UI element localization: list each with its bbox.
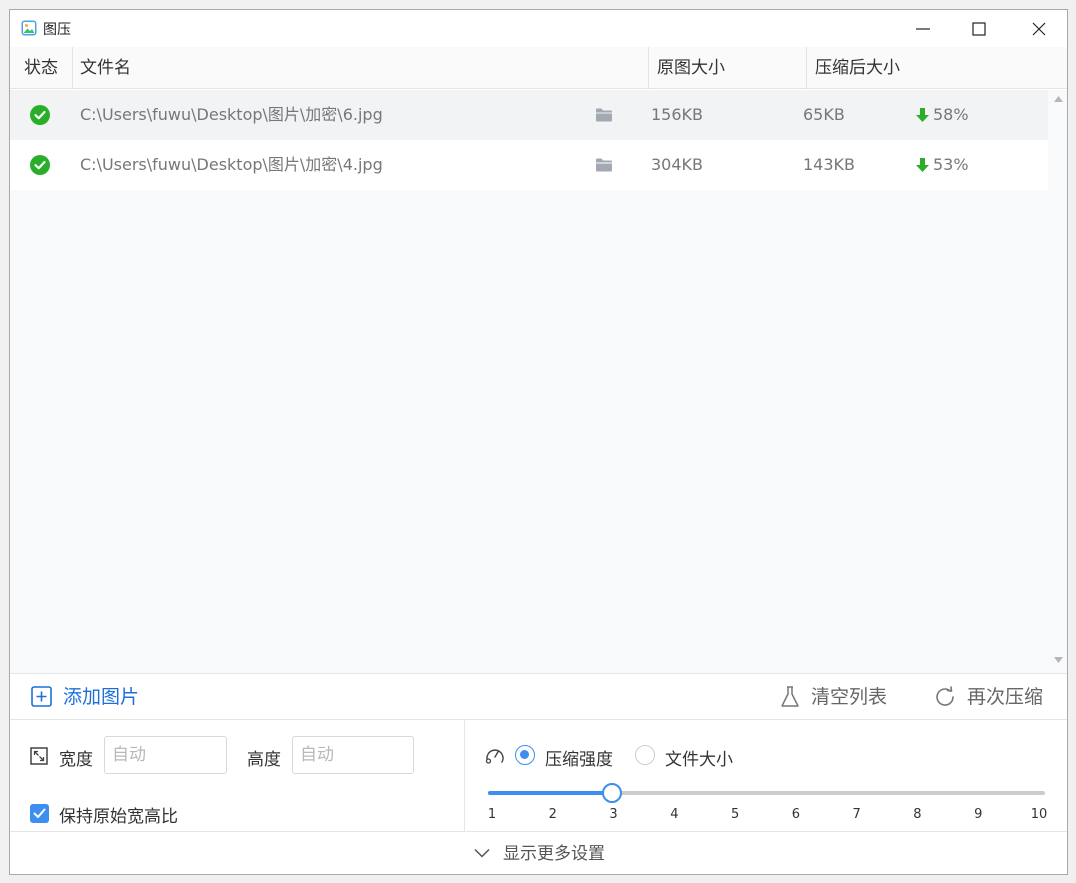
table-row[interactable]: C:\Users\fuwu\Desktop\图片\加密\4.jpg 304KB … [10, 140, 1048, 190]
maximize-button[interactable] [950, 10, 1008, 47]
recompress-label: 再次压缩 [967, 686, 1044, 708]
table-header: 状态 文件名 原图大小 压缩后大小 [10, 47, 1067, 89]
clear-list-label: 清空列表 [811, 686, 888, 708]
add-images-button[interactable]: 添加图片 [31, 674, 161, 721]
mode-strength-label[interactable]: 压缩强度 [545, 745, 613, 770]
check-circle-icon [30, 105, 50, 125]
resize-icon [30, 747, 48, 765]
radio-filesize[interactable] [635, 745, 655, 765]
slider-tick-label: 5 [730, 807, 740, 822]
reduction-percent: 58% [933, 105, 969, 124]
minimize-button[interactable] [894, 10, 952, 47]
column-header-filename[interactable]: 文件名 [80, 47, 131, 89]
column-divider[interactable] [806, 47, 807, 89]
folder-icon[interactable] [596, 108, 612, 122]
recompress-button[interactable]: 再次压缩 [934, 674, 1059, 721]
clear-list-button[interactable]: 清空列表 [780, 674, 900, 721]
table-row[interactable]: C:\Users\fuwu\Desktop\图片\加密\6.jpg 156KB … [10, 90, 1048, 140]
keep-ratio-label[interactable]: 保持原始宽高比 [59, 802, 178, 827]
compressed-size: 65KB [803, 105, 845, 124]
slider-thumb[interactable] [601, 783, 622, 803]
add-images-label: 添加图片 [63, 686, 140, 708]
arrow-down-icon [916, 158, 929, 172]
original-size: 156KB [651, 105, 704, 124]
plus-square-icon [31, 686, 52, 707]
title-bar: 图压 [10, 10, 1067, 47]
column-divider[interactable] [72, 47, 73, 89]
column-divider[interactable] [648, 47, 649, 89]
slider-tick-label: 6 [791, 807, 801, 822]
flask-icon [781, 686, 799, 707]
slider-tick-label: 9 [974, 807, 983, 822]
height-label: 高度 [247, 750, 281, 770]
close-button[interactable] [1010, 10, 1067, 47]
strength-slider[interactable] [488, 783, 1045, 803]
slider-tick-label: 4 [670, 807, 679, 822]
slider-tick-label: 7 [852, 807, 861, 822]
column-header-compressed-size[interactable]: 压缩后大小 [815, 47, 900, 89]
slider-tick-label: 1 [487, 807, 497, 822]
settings-divider [464, 720, 465, 831]
slider-tick-label: 10 [1030, 807, 1048, 822]
file-path: C:\Users\fuwu\Desktop\图片\加密\4.jpg [80, 155, 383, 174]
height-input[interactable] [292, 736, 414, 774]
slider-tick-label: 3 [609, 807, 618, 822]
chevron-down-icon [474, 848, 490, 858]
show-more-settings-label: 显示更多设置 [503, 844, 605, 864]
file-list: C:\Users\fuwu\Desktop\图片\加密\6.jpg 156KB … [10, 90, 1067, 673]
width-label: 宽度 [59, 750, 93, 770]
scroll-down-icon[interactable] [1054, 657, 1063, 663]
refresh-icon [936, 686, 954, 706]
settings-panel: 宽度 高度 保持原始宽高比 压缩强度 文件大小 1 2 3 4 5 6 7 8 9 10 [10, 720, 1067, 831]
gauge-icon [485, 749, 504, 764]
checkmark-icon [33, 808, 46, 818]
column-header-original-size[interactable]: 原图大小 [657, 47, 725, 89]
folder-icon[interactable] [596, 158, 612, 172]
slider-tick-label: 8 [913, 807, 922, 822]
file-path: C:\Users\fuwu\Desktop\图片\加密\6.jpg [80, 105, 383, 124]
slider-tick-label: 2 [548, 807, 557, 822]
column-header-status[interactable]: 状态 [24, 47, 58, 89]
radio-strength[interactable] [515, 745, 535, 765]
mode-filesize-label[interactable]: 文件大小 [665, 745, 733, 770]
vertical-scrollbar[interactable] [1048, 90, 1067, 673]
minimize-icon [916, 28, 930, 30]
original-size: 304KB [651, 155, 704, 174]
close-icon [1032, 22, 1046, 36]
footer-bar: 显示更多设置 [10, 831, 1067, 874]
arrow-down-icon [916, 108, 929, 122]
keep-ratio-checkbox[interactable] [30, 804, 49, 823]
check-circle-icon [30, 155, 50, 175]
scroll-up-icon[interactable] [1054, 96, 1063, 102]
maximize-icon [972, 22, 986, 36]
app-window: 图压 状态 文件名 原图大小 压缩后大小 C:\Users\fuwu\Deskt… [9, 9, 1068, 875]
compressed-size: 143KB [803, 155, 856, 174]
slider-fill [488, 791, 612, 795]
window-title: 图压 [43, 22, 71, 38]
width-input[interactable] [104, 736, 227, 774]
reduction-percent: 53% [933, 155, 969, 174]
action-bar: 添加图片 清空列表 再次压缩 [10, 673, 1067, 720]
image-app-icon [21, 20, 37, 36]
